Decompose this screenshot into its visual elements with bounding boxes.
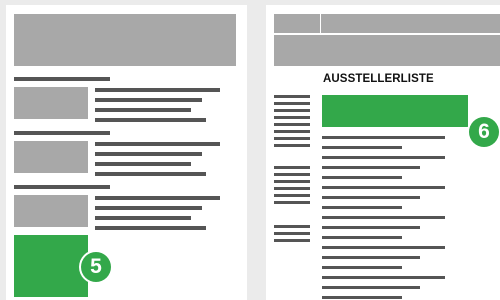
text-line [95,206,202,210]
list-line [322,196,420,199]
list-line [322,206,402,209]
list-line [322,236,402,239]
page-gap [247,0,266,300]
sidebar-line [274,187,310,190]
list-line [322,286,420,289]
sidebar-line [274,116,310,119]
sidebar-line [274,166,310,169]
list-line [322,146,402,149]
list-line [322,256,420,259]
text-line [95,216,191,220]
header-banner [274,35,500,66]
text-line [95,226,206,230]
left-page: 5 [6,5,247,300]
green-highlight-banner[interactable] [322,95,468,127]
sidebar-line [274,130,310,133]
text-line [95,88,220,92]
section-heading [14,77,110,81]
sidebar-line [274,239,310,242]
header-tab [274,14,320,33]
sidebar-line [274,144,310,147]
text-line [95,196,220,200]
list-line [322,246,445,249]
sidebar-line [274,180,310,183]
list-line [322,216,445,219]
list-line [322,176,402,179]
sidebar-line [274,123,310,126]
sidebar-line [274,109,310,112]
text-line [95,162,191,166]
section-heading [14,131,110,135]
list-line [322,136,445,139]
sidebar-line [274,194,310,197]
text-line [95,98,202,102]
list-line [322,186,445,189]
header-banner [14,14,236,66]
text-line [95,118,206,122]
right-page: AUSSTELLERLISTE 6 [266,5,500,300]
section-thumbnail [14,195,88,227]
sidebar-line [274,137,310,140]
callout-badge-5: 5 [81,252,111,282]
list-line [322,166,420,169]
sidebar-line [274,201,310,204]
text-line [95,172,206,176]
page-title: AUSSTELLERLISTE [323,73,434,85]
list-line [322,156,445,159]
callout-badge-6: 6 [469,117,499,147]
sidebar-line [274,225,310,228]
text-line [95,108,191,112]
text-line [95,152,202,156]
header-bar [321,14,500,33]
text-line [95,142,220,146]
sidebar-line [274,95,310,98]
sidebar-line [274,173,310,176]
section-thumbnail [14,87,88,119]
sidebar-line [274,102,310,105]
section-heading [14,185,110,189]
green-highlight-block[interactable] [14,235,88,297]
list-line [322,276,445,279]
list-line [322,296,402,299]
section-thumbnail [14,141,88,173]
sidebar-line [274,232,310,235]
list-line [322,226,420,229]
list-line [322,266,402,269]
